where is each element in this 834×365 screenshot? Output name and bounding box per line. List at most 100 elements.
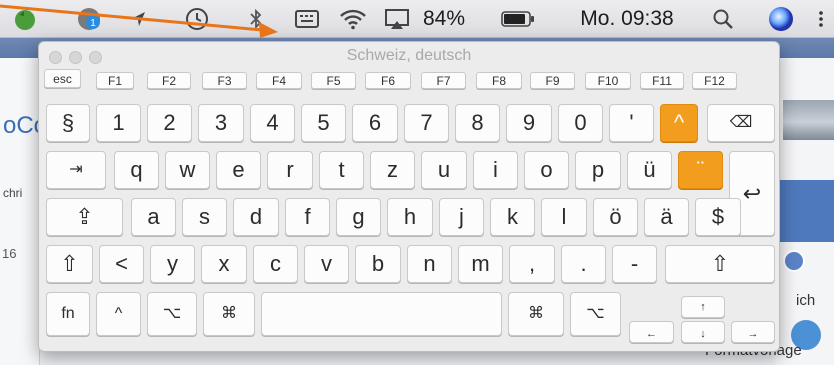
key-f2[interactable]: F2 bbox=[147, 72, 191, 89]
key-f11[interactable]: F11 bbox=[640, 72, 684, 89]
background-blue-field bbox=[779, 180, 834, 242]
menubar: 1 84% Mo. 09:38 bbox=[0, 0, 834, 38]
key-f12[interactable]: F12 bbox=[692, 72, 737, 89]
siri-icon[interactable] bbox=[764, 5, 798, 33]
key-f5[interactable]: F5 bbox=[311, 72, 356, 89]
key-0[interactable]: 0 bbox=[558, 104, 603, 142]
key-y[interactable]: y bbox=[150, 245, 195, 283]
key-f1[interactable]: F1 bbox=[96, 72, 134, 89]
evernote-icon[interactable] bbox=[10, 5, 40, 33]
key-delete[interactable]: ⌫ bbox=[707, 104, 775, 142]
keyboard-viewer-window: Schweiz, deutsch esc F1 F2 F3 F4 F5 F6 F… bbox=[38, 41, 780, 352]
key-a[interactable]: a bbox=[131, 198, 176, 236]
key-3[interactable]: 3 bbox=[198, 104, 244, 142]
battery-icon[interactable] bbox=[490, 5, 546, 33]
key-d[interactable]: d bbox=[233, 198, 279, 236]
key-s[interactable]: s bbox=[182, 198, 227, 236]
key-k[interactable]: k bbox=[490, 198, 535, 236]
key-left-shift[interactable]: ⇧ bbox=[46, 245, 93, 283]
key-4[interactable]: 4 bbox=[250, 104, 295, 142]
key-arrow-left[interactable]: ← bbox=[629, 321, 674, 343]
bluetooth-icon[interactable] bbox=[246, 5, 266, 33]
key-j[interactable]: j bbox=[439, 198, 484, 236]
key-f8[interactable]: F8 bbox=[476, 72, 522, 89]
background-text-fragment: ich bbox=[796, 292, 816, 309]
key-p[interactable]: p bbox=[575, 151, 621, 189]
key-6[interactable]: 6 bbox=[352, 104, 398, 142]
smiley-icon[interactable] bbox=[783, 250, 805, 272]
key-7[interactable]: 7 bbox=[404, 104, 449, 142]
key-r[interactable]: r bbox=[267, 151, 313, 189]
key-esc[interactable]: esc bbox=[44, 69, 81, 88]
key-right-option[interactable]: ⌥ bbox=[570, 292, 621, 336]
key-h[interactable]: h bbox=[387, 198, 433, 236]
key-n[interactable]: n bbox=[407, 245, 452, 283]
key-v[interactable]: v bbox=[304, 245, 349, 283]
key-5[interactable]: 5 bbox=[301, 104, 346, 142]
wifi-icon[interactable] bbox=[335, 5, 371, 33]
key-space[interactable] bbox=[261, 292, 502, 336]
key-i[interactable]: i bbox=[473, 151, 518, 189]
key-c[interactable]: c bbox=[253, 245, 298, 283]
spotlight-icon[interactable] bbox=[707, 5, 739, 33]
key-tab[interactable]: ⇥ bbox=[46, 151, 106, 189]
key-f7[interactable]: F7 bbox=[421, 72, 466, 89]
battery-percent[interactable]: 84% bbox=[417, 5, 471, 33]
key-hyphen[interactable]: - bbox=[612, 245, 657, 283]
key-8[interactable]: 8 bbox=[455, 104, 500, 142]
key-2[interactable]: 2 bbox=[147, 104, 192, 142]
key-f4[interactable]: F4 bbox=[256, 72, 302, 89]
key-a-umlaut[interactable]: ä bbox=[644, 198, 689, 236]
key-section[interactable]: § bbox=[46, 104, 90, 142]
key-9[interactable]: 9 bbox=[506, 104, 552, 142]
svg-text:1: 1 bbox=[90, 18, 96, 29]
key-b[interactable]: b bbox=[355, 245, 401, 283]
key-1[interactable]: 1 bbox=[96, 104, 141, 142]
key-arrow-right[interactable]: → bbox=[731, 321, 775, 343]
key-u-umlaut[interactable]: ü bbox=[627, 151, 672, 189]
background-left-pane bbox=[0, 58, 40, 365]
key-w[interactable]: w bbox=[165, 151, 210, 189]
background-text-fragment: chri bbox=[3, 186, 23, 200]
key-x[interactable]: x bbox=[201, 245, 247, 283]
airplay-icon[interactable] bbox=[381, 5, 413, 33]
key-apostrophe[interactable]: ' bbox=[609, 104, 654, 142]
key-f10[interactable]: F10 bbox=[585, 72, 631, 89]
key-f3[interactable]: F3 bbox=[202, 72, 247, 89]
key-caret-dead[interactable]: ^ bbox=[660, 104, 698, 142]
key-right-command[interactable]: ⌘ bbox=[508, 292, 564, 336]
key-control[interactable]: ^ bbox=[96, 292, 141, 336]
updates-icon[interactable]: 1 bbox=[73, 5, 105, 33]
more-icon[interactable] bbox=[813, 5, 829, 33]
key-left-option[interactable]: ⌥ bbox=[147, 292, 197, 336]
key-right-shift[interactable]: ⇧ bbox=[665, 245, 775, 283]
key-l[interactable]: l bbox=[541, 198, 587, 236]
key-diaeresis-dead[interactable]: ¨ bbox=[678, 151, 723, 189]
key-u[interactable]: u bbox=[421, 151, 467, 189]
key-arrow-down[interactable]: ↓ bbox=[681, 321, 725, 343]
menubar-clock[interactable]: Mo. 09:38 bbox=[561, 5, 693, 33]
key-t[interactable]: t bbox=[319, 151, 364, 189]
key-m[interactable]: m bbox=[458, 245, 503, 283]
key-f9[interactable]: F9 bbox=[530, 72, 575, 89]
key-comma[interactable]: , bbox=[509, 245, 555, 283]
location-icon[interactable] bbox=[125, 5, 151, 33]
key-period[interactable]: . bbox=[561, 245, 606, 283]
time-machine-icon[interactable] bbox=[182, 5, 212, 33]
key-o-umlaut[interactable]: ö bbox=[593, 198, 638, 236]
key-q[interactable]: q bbox=[114, 151, 159, 189]
key-f6[interactable]: F6 bbox=[365, 72, 411, 89]
key-arrow-up[interactable]: ↑ bbox=[681, 296, 725, 318]
key-g[interactable]: g bbox=[336, 198, 381, 236]
key-f[interactable]: f bbox=[285, 198, 330, 236]
key-o[interactable]: o bbox=[524, 151, 569, 189]
key-fn[interactable]: fn bbox=[46, 292, 90, 336]
key-left-command[interactable]: ⌘ bbox=[203, 292, 255, 336]
key-e[interactable]: e bbox=[216, 151, 261, 189]
key-less-than[interactable]: < bbox=[99, 245, 144, 283]
key-z[interactable]: z bbox=[370, 151, 415, 189]
input-menu-icon[interactable] bbox=[292, 5, 322, 33]
key-caps-lock[interactable]: ⇪ bbox=[46, 198, 123, 236]
key-dollar[interactable]: $ bbox=[695, 198, 741, 236]
window-title: Schweiz, deutsch bbox=[346, 47, 472, 64]
